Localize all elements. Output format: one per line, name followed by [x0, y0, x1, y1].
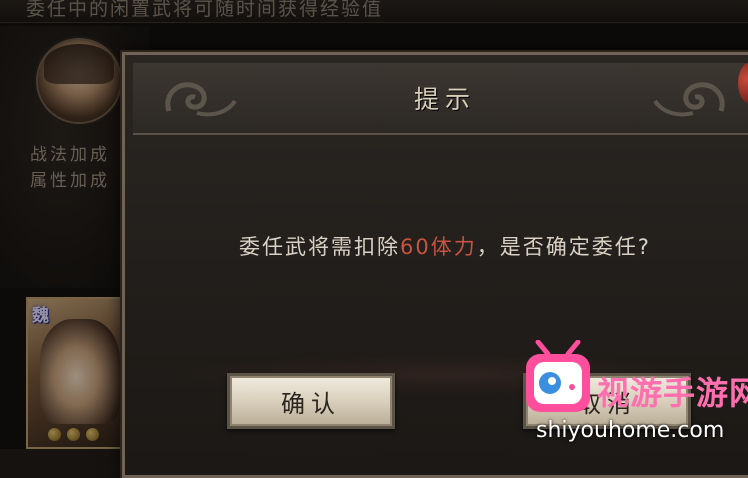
- dialog-header: 提示: [133, 63, 748, 135]
- message-suffix: ，是否确定委任?: [476, 235, 651, 259]
- tv-mascot-icon: [526, 340, 590, 412]
- watermark-url: shiyouhome.com: [536, 418, 725, 443]
- confirm-button[interactable]: 确认: [227, 373, 395, 429]
- message-prefix: 委任武将需扣除: [239, 235, 401, 259]
- dialog-title: 提示: [413, 85, 476, 114]
- stamina-cost: 60体力: [400, 235, 477, 259]
- confirm-dialog: 提示 委任武将需扣除60体力，是否确定委任? 确认 取消: [122, 52, 748, 478]
- watermark-brand: 视游手游网: [597, 374, 748, 412]
- dialog-message: 委任武将需扣除60体力，是否确定委任?: [125, 231, 748, 261]
